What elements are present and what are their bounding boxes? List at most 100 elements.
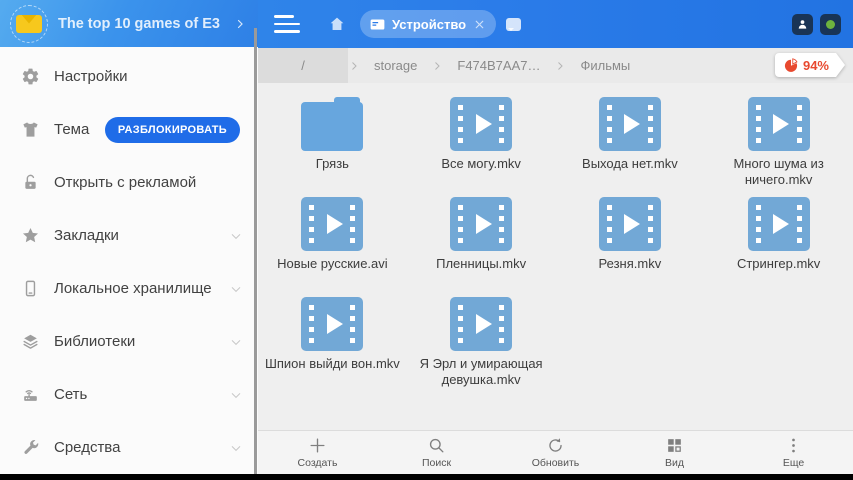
refresh-button[interactable]: Обновить bbox=[496, 431, 615, 474]
breadcrumb: / storage F474B7AA7… Фильмы 94% bbox=[258, 48, 853, 83]
layers-icon bbox=[20, 332, 40, 352]
file-item[interactable]: Все могу.mkv bbox=[407, 93, 556, 172]
tab-device[interactable]: Устройство bbox=[360, 10, 496, 38]
play-icon bbox=[773, 114, 789, 134]
video-file-icon bbox=[748, 97, 810, 151]
folder-item[interactable]: Грязь bbox=[258, 93, 407, 172]
sidebar-scrollbar[interactable] bbox=[254, 28, 257, 474]
sidebar-item-libraries[interactable]: Библиотеки bbox=[0, 315, 258, 368]
sidebar-item-open-with-ads[interactable]: Открыть с рекламой bbox=[0, 156, 258, 209]
chevron-right-icon bbox=[431, 60, 443, 72]
play-icon bbox=[624, 114, 640, 134]
video-file-icon bbox=[301, 297, 363, 351]
file-name: Шпион выйди вон.mkv bbox=[265, 356, 400, 372]
sidebar-item-network[interactable]: Сеть bbox=[0, 368, 258, 421]
sidebar-item-local-storage[interactable]: Локальное хранилище bbox=[0, 262, 258, 315]
usage-percent: 94% bbox=[803, 58, 829, 73]
play-icon bbox=[327, 314, 343, 334]
close-tab-icon[interactable] bbox=[473, 18, 486, 31]
view-button[interactable]: Вид bbox=[615, 431, 734, 474]
sidebar-menu: Настройки Тема РАЗБЛОКИРОВАТЬ Открыть с … bbox=[0, 47, 258, 474]
phone-icon bbox=[20, 279, 40, 299]
chevron-right-icon bbox=[348, 60, 360, 72]
android-nav-bar bbox=[0, 474, 853, 480]
file-name: Стрингер.mkv bbox=[737, 256, 820, 272]
file-item[interactable]: Много шума из ничего.mkv bbox=[704, 93, 853, 188]
sidebar-item-tools[interactable]: Средства bbox=[0, 421, 258, 474]
menu-icon[interactable] bbox=[274, 15, 300, 33]
promo-banner[interactable]: The top 10 games of E3 2017 bbox=[0, 0, 258, 47]
file-name: Выхода нет.mkv bbox=[582, 156, 678, 172]
unlock-icon bbox=[20, 173, 40, 193]
sidebar-item-label: Локальное хранилище bbox=[54, 280, 228, 297]
search-icon bbox=[427, 436, 446, 455]
main-panel: Устройство / storage F474B7AA7… Фильмы bbox=[258, 0, 853, 474]
sidebar: The top 10 games of E3 2017 Настройки Те… bbox=[0, 0, 258, 474]
video-file-icon bbox=[450, 297, 512, 351]
sidebar-item-label: Средства bbox=[54, 439, 228, 456]
sidebar-item-bookmarks[interactable]: Закладки bbox=[0, 209, 258, 262]
mute-person-icon bbox=[792, 14, 813, 35]
chevron-right-icon bbox=[234, 18, 246, 30]
search-button[interactable]: Поиск bbox=[377, 431, 496, 474]
sidebar-item-label: Настройки bbox=[54, 68, 244, 85]
sidebar-item-label: Библиотеки bbox=[54, 333, 228, 350]
file-manager-app: The top 10 games of E3 2017 Настройки Те… bbox=[0, 0, 853, 480]
file-item[interactable]: Шпион выйди вон.mkv bbox=[258, 293, 407, 372]
grid-view-icon bbox=[665, 436, 684, 455]
chevron-right-icon bbox=[554, 60, 566, 72]
chevron-down-icon bbox=[228, 387, 244, 403]
file-name: Все могу.mkv bbox=[441, 156, 521, 172]
storage-usage-badge[interactable]: 94% bbox=[775, 53, 845, 77]
file-grid: Грязь Все могу.mkv Выхода нет.mkv Много … bbox=[258, 83, 853, 430]
file-item[interactable]: Новые русские.avi bbox=[258, 193, 407, 272]
video-file-icon bbox=[301, 197, 363, 251]
file-name: Пленницы.mkv bbox=[436, 256, 526, 272]
file-item[interactable]: Пленницы.mkv bbox=[407, 193, 556, 272]
promo-title: The top 10 games of E3 2017 bbox=[58, 16, 224, 32]
play-icon bbox=[773, 214, 789, 234]
gear-icon bbox=[20, 67, 40, 87]
play-icon bbox=[327, 214, 343, 234]
breadcrumb-storage[interactable]: storage bbox=[360, 48, 431, 83]
video-file-icon bbox=[599, 197, 661, 251]
play-icon bbox=[624, 214, 640, 234]
wrench-icon bbox=[20, 438, 40, 458]
unlock-theme-button[interactable]: РАЗБЛОКИРОВАТЬ bbox=[105, 117, 240, 143]
sidebar-item-theme[interactable]: Тема РАЗБЛОКИРОВАТЬ bbox=[0, 103, 258, 156]
video-file-icon bbox=[450, 197, 512, 251]
file-name: Я Эрл и умирающая девушка.mkv bbox=[410, 356, 552, 388]
toolbar-label: Поиск bbox=[422, 457, 451, 469]
create-button[interactable]: Создать bbox=[258, 431, 377, 474]
network-icon bbox=[20, 385, 40, 405]
green-dot-icon bbox=[820, 14, 841, 35]
toolbar-label: Обновить bbox=[532, 457, 580, 469]
toolbar-label: Создать bbox=[298, 457, 338, 469]
file-item[interactable]: Я Эрл и умирающая девушка.mkv bbox=[407, 293, 556, 388]
video-file-icon bbox=[599, 97, 661, 151]
breadcrumb-root[interactable]: / bbox=[258, 48, 348, 83]
file-item[interactable]: Стрингер.mkv bbox=[704, 193, 853, 272]
file-name: Грязь bbox=[316, 156, 349, 172]
more-button[interactable]: Еще bbox=[734, 431, 853, 474]
folder-icon bbox=[301, 97, 363, 151]
device-icon bbox=[370, 18, 385, 31]
file-item[interactable]: Выхода нет.mkv bbox=[556, 93, 705, 172]
chevron-down-icon bbox=[228, 281, 244, 297]
topbar: Устройство bbox=[258, 0, 853, 48]
breadcrumb-device-id[interactable]: F474B7AA7… bbox=[443, 48, 554, 83]
toolbar-label: Еще bbox=[783, 457, 804, 469]
home-icon[interactable] bbox=[328, 15, 346, 33]
sidebar-item-label: Открыть с рекламой bbox=[54, 174, 244, 191]
file-item[interactable]: Резня.mkv bbox=[556, 193, 705, 272]
mail-icon-ring bbox=[10, 5, 48, 43]
sidebar-item-settings[interactable]: Настройки bbox=[0, 50, 258, 103]
breadcrumb-folder[interactable]: Фильмы bbox=[566, 48, 644, 83]
refresh-icon bbox=[546, 436, 565, 455]
new-window-icon[interactable] bbox=[506, 18, 521, 31]
bottom-toolbar: Создать Поиск Обновить Вид Еще bbox=[258, 430, 853, 474]
play-icon bbox=[476, 314, 492, 334]
star-icon bbox=[20, 226, 40, 246]
video-file-icon bbox=[450, 97, 512, 151]
sidebar-item-label: Сеть bbox=[54, 386, 228, 403]
